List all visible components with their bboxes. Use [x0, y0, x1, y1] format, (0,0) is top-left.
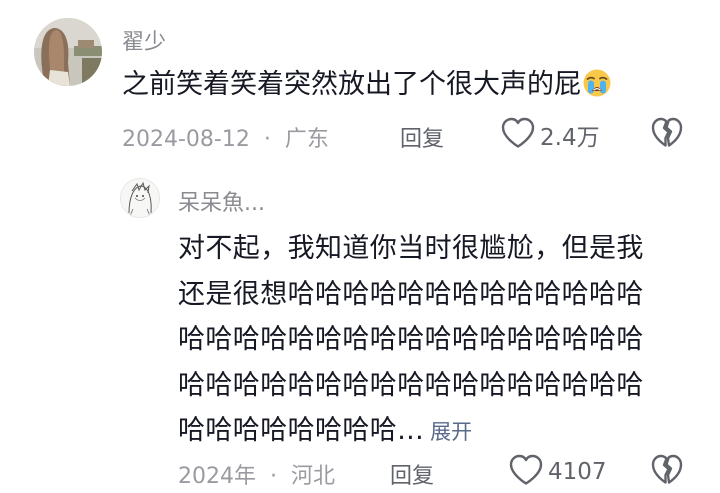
reply-text-truncated: 哈哈哈哈哈哈哈哈... [178, 415, 425, 446]
comment-meta: 2024-08-12 · 广东 [122, 121, 329, 153]
reply-avatar[interactable] [120, 178, 160, 218]
comment-username[interactable]: 翟少 [122, 24, 166, 56]
loudly-crying-face-icon [582, 68, 612, 105]
heart-icon [508, 453, 544, 491]
reply-text: 对不起，我知道你当时很尴尬，但是我 还是很想哈哈哈哈哈哈哈哈哈哈哈哈哈 哈哈哈哈… [178, 226, 698, 456]
reply-like-count: 4107 [548, 459, 607, 485]
reply-meta: 2024年 · 河北 [178, 458, 335, 490]
anime-avatar-icon [121, 179, 159, 217]
reply-text-line: 还是很想哈哈哈哈哈哈哈哈哈哈哈哈哈 [178, 278, 644, 310]
reply-date: 2024年 [178, 464, 256, 489]
reply-text-line: 哈哈哈哈哈哈哈哈哈哈哈哈哈哈哈哈哈 [178, 324, 644, 355]
comment-text-body: 之前笑着笑着突然放出了个很大声的屁 [122, 69, 581, 100]
reply-button[interactable]: 回复 [400, 121, 444, 153]
broken-heart-icon [650, 117, 684, 154]
broken-heart-icon [650, 454, 684, 491]
like-button[interactable]: 2.4万 [500, 116, 600, 154]
reply-username[interactable]: 呆呆魚... [178, 185, 265, 217]
reply-like-button[interactable]: 4107 [508, 453, 607, 491]
meta-separator: · [263, 127, 271, 152]
comment-date: 2024-08-12 [122, 127, 250, 152]
avatar[interactable] [34, 18, 102, 86]
expand-link[interactable]: 展开 [430, 420, 472, 444]
avatar-photo-icon [34, 18, 102, 86]
comment-location: 广东 [284, 127, 329, 152]
reply-text-line-last: 哈哈哈哈哈哈哈哈... 展开 [178, 408, 698, 456]
meta-separator: · [270, 464, 277, 489]
dislike-button[interactable] [650, 116, 684, 154]
reply-text-line: 哈哈哈哈哈哈哈哈哈哈哈哈哈哈哈哈哈 [178, 369, 644, 401]
reply-dislike-button[interactable] [650, 453, 684, 491]
like-count: 2.4万 [540, 125, 600, 151]
comment-text: 之前笑着笑着突然放出了个很大声的屁 [122, 68, 612, 105]
reply-reply-button[interactable]: 回复 [390, 458, 434, 490]
reply-location: 河北 [291, 464, 336, 489]
reply-text-line: 对不起，我知道你当时很尴尬，但是我 [178, 233, 644, 264]
heart-icon [500, 116, 536, 154]
